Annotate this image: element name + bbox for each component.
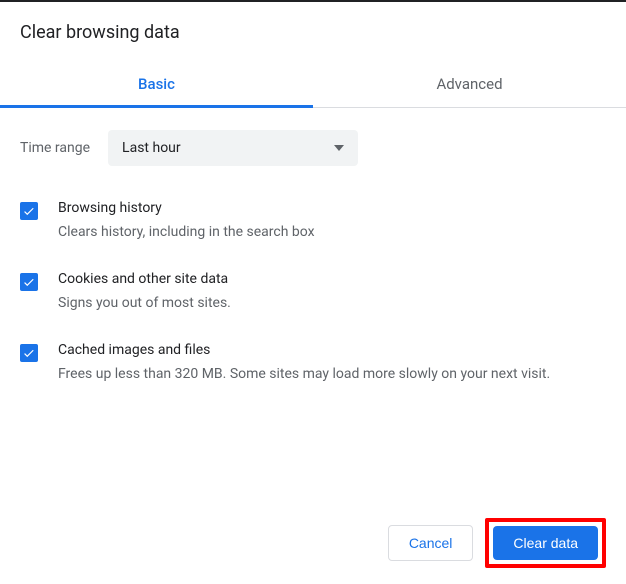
clear-browsing-data-dialog: Clear browsing data Basic Advanced Time … bbox=[0, 0, 626, 584]
cancel-button[interactable]: Cancel bbox=[388, 525, 474, 561]
chevron-down-icon bbox=[334, 145, 344, 151]
option-browsing-history: Browsing history Clears history, includi… bbox=[20, 200, 606, 243]
check-icon bbox=[22, 275, 36, 289]
time-range-label: Time range bbox=[20, 140, 90, 156]
checkbox-cookies[interactable] bbox=[20, 273, 38, 291]
option-title: Cookies and other site data bbox=[58, 271, 606, 287]
check-icon bbox=[22, 346, 36, 360]
tab-advanced[interactable]: Advanced bbox=[313, 61, 626, 107]
option-cookies: Cookies and other site data Signs you ou… bbox=[20, 271, 606, 314]
tab-bar: Basic Advanced bbox=[0, 61, 626, 108]
time-range-select[interactable]: Last hour bbox=[108, 130, 358, 166]
option-cache: Cached images and files Frees up less th… bbox=[20, 342, 606, 385]
checkbox-cache[interactable] bbox=[20, 344, 38, 362]
clear-data-button[interactable]: Clear data bbox=[493, 526, 598, 560]
dialog-content: Time range Last hour Browsing history Cl… bbox=[0, 108, 626, 502]
dialog-title: Clear browsing data bbox=[0, 2, 626, 43]
option-sub: Clears history, including in the search … bbox=[58, 222, 606, 243]
option-title: Browsing history bbox=[58, 200, 606, 216]
check-icon bbox=[22, 204, 36, 218]
option-text: Browsing history Clears history, includi… bbox=[58, 200, 606, 243]
option-sub: Frees up less than 320 MB. Some sites ma… bbox=[58, 364, 606, 385]
time-range-value: Last hour bbox=[122, 140, 181, 156]
time-range-row: Time range Last hour bbox=[20, 130, 606, 166]
option-title: Cached images and files bbox=[58, 342, 606, 358]
option-text: Cached images and files Frees up less th… bbox=[58, 342, 606, 385]
highlight-annotation: Clear data bbox=[485, 518, 606, 568]
option-text: Cookies and other site data Signs you ou… bbox=[58, 271, 606, 314]
dialog-footer: Cancel Clear data bbox=[0, 502, 626, 584]
tab-basic[interactable]: Basic bbox=[0, 61, 313, 107]
checkbox-browsing-history[interactable] bbox=[20, 202, 38, 220]
option-sub: Signs you out of most sites. bbox=[58, 293, 606, 314]
